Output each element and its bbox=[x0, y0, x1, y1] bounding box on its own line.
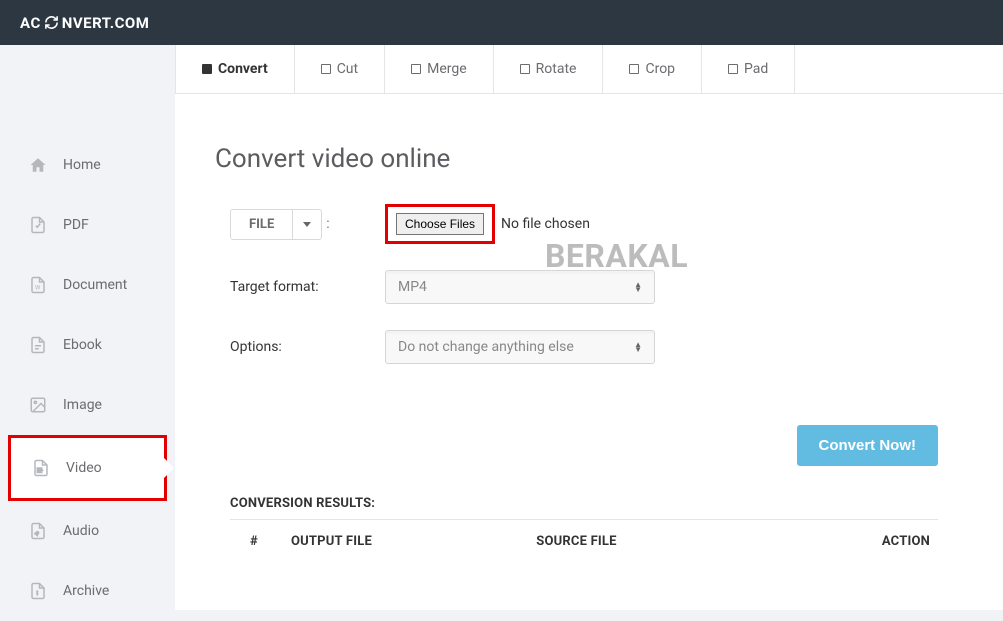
file-source-control: FILE : bbox=[215, 209, 385, 240]
sidebar-item-label: Home bbox=[63, 157, 101, 173]
page-title: Convert video online bbox=[215, 144, 963, 174]
select-arrows-icon: ▲▼ bbox=[634, 282, 642, 292]
square-icon bbox=[202, 64, 212, 74]
square-icon bbox=[728, 64, 738, 74]
sidebar-item-label: Image bbox=[63, 397, 102, 413]
sidebar-highlight: Video bbox=[8, 435, 167, 501]
ebook-icon bbox=[28, 335, 48, 355]
tab-label: Convert bbox=[218, 61, 268, 77]
sidebar-item-label: Archive bbox=[63, 583, 109, 599]
results-section: CONVERSION RESULTS: # OUTPUT FILE SOURCE… bbox=[230, 466, 938, 559]
sidebar-item-home[interactable]: Home bbox=[0, 135, 175, 195]
home-icon bbox=[28, 155, 48, 175]
results-title: CONVERSION RESULTS: bbox=[230, 496, 938, 511]
tab-label: Merge bbox=[427, 61, 467, 77]
col-source: SOURCE FILE bbox=[530, 520, 774, 560]
image-icon bbox=[28, 395, 48, 415]
sidebar-item-image[interactable]: Image bbox=[0, 375, 175, 435]
col-output: OUTPUT FILE bbox=[285, 520, 530, 560]
options-row: Options: Do not change anything else ▲▼ bbox=[215, 330, 963, 364]
table-header-row: # OUTPUT FILE SOURCE FILE ACTION bbox=[230, 520, 938, 560]
square-icon bbox=[629, 64, 639, 74]
sidebar-item-label: Document bbox=[63, 277, 127, 293]
sidebar-item-document[interactable]: W Document bbox=[0, 255, 175, 315]
tab-convert[interactable]: Convert bbox=[175, 45, 295, 93]
archive-icon bbox=[28, 581, 48, 601]
file-source-button[interactable]: FILE bbox=[230, 209, 322, 240]
tab-label: Crop bbox=[645, 61, 675, 77]
tab-pad[interactable]: Pad bbox=[702, 45, 795, 93]
tabs-bar: Convert Cut Merge Rotate Crop Pad bbox=[175, 45, 1003, 94]
document-icon: W bbox=[28, 275, 48, 295]
target-format-value: MP4 bbox=[398, 279, 427, 295]
tab-label: Pad bbox=[744, 61, 768, 77]
sidebar-item-label: PDF bbox=[63, 217, 89, 233]
file-source-label: FILE bbox=[231, 210, 292, 239]
tab-label: Cut bbox=[337, 61, 358, 77]
colon: : bbox=[326, 216, 329, 232]
choose-files-button[interactable]: Choose Files bbox=[396, 213, 484, 235]
sidebar-item-label: Audio bbox=[63, 523, 99, 539]
results-table: # OUTPUT FILE SOURCE FILE ACTION bbox=[230, 519, 938, 559]
refresh-icon bbox=[44, 15, 59, 30]
caret-down-icon bbox=[292, 210, 321, 239]
top-header: AC NVERT.COM bbox=[0, 0, 1003, 45]
tab-label: Rotate bbox=[536, 61, 577, 77]
square-icon bbox=[411, 64, 421, 74]
square-icon bbox=[321, 64, 331, 74]
tab-rotate[interactable]: Rotate bbox=[494, 45, 604, 93]
sidebar-item-label: Ebook bbox=[63, 337, 102, 353]
select-arrows-icon: ▲▼ bbox=[634, 342, 642, 352]
sidebar-item-label: Video bbox=[66, 460, 102, 476]
main-container: Home PDF W Document Ebook Image bbox=[0, 45, 1003, 610]
options-select[interactable]: Do not change anything else ▲▼ bbox=[385, 330, 655, 364]
video-icon bbox=[31, 458, 51, 478]
sidebar-item-archive[interactable]: Archive bbox=[0, 561, 175, 621]
tab-crop[interactable]: Crop bbox=[603, 45, 702, 93]
options-label: Options: bbox=[215, 339, 385, 355]
site-logo[interactable]: AC NVERT.COM bbox=[20, 14, 149, 32]
sidebar-item-ebook[interactable]: Ebook bbox=[0, 315, 175, 375]
logo-text-right: NVERT.COM bbox=[62, 14, 150, 32]
target-format-row: Target format: MP4 ▲▼ bbox=[215, 270, 963, 304]
main-panel: Convert Cut Merge Rotate Crop Pad bbox=[175, 45, 1003, 610]
audio-icon bbox=[28, 521, 48, 541]
file-row: FILE : Choose Files No file chosen bbox=[215, 204, 963, 244]
pdf-icon bbox=[28, 215, 48, 235]
sidebar-item-pdf[interactable]: PDF bbox=[0, 195, 175, 255]
logo-text-left: AC bbox=[20, 14, 41, 32]
col-action: ACTION bbox=[774, 520, 938, 560]
file-chooser: Choose Files No file chosen bbox=[385, 204, 590, 244]
tab-cut[interactable]: Cut bbox=[295, 45, 385, 93]
target-format-select[interactable]: MP4 ▲▼ bbox=[385, 270, 655, 304]
target-format-label: Target format: bbox=[215, 279, 385, 295]
sidebar: Home PDF W Document Ebook Image bbox=[0, 45, 175, 610]
options-value: Do not change anything else bbox=[398, 339, 574, 355]
file-status-text: No file chosen bbox=[501, 216, 590, 232]
sidebar-item-video[interactable]: Video bbox=[11, 438, 164, 498]
content-area: Convert video online BERAKAL FILE : Choo… bbox=[175, 94, 1003, 610]
convert-now-button[interactable]: Convert Now! bbox=[797, 425, 939, 466]
choose-files-highlight: Choose Files bbox=[385, 204, 495, 244]
svg-text:W: W bbox=[35, 285, 41, 292]
sidebar-item-audio[interactable]: Audio bbox=[0, 501, 175, 561]
tab-merge[interactable]: Merge bbox=[385, 45, 494, 93]
col-index: # bbox=[230, 520, 285, 560]
square-icon bbox=[520, 64, 530, 74]
